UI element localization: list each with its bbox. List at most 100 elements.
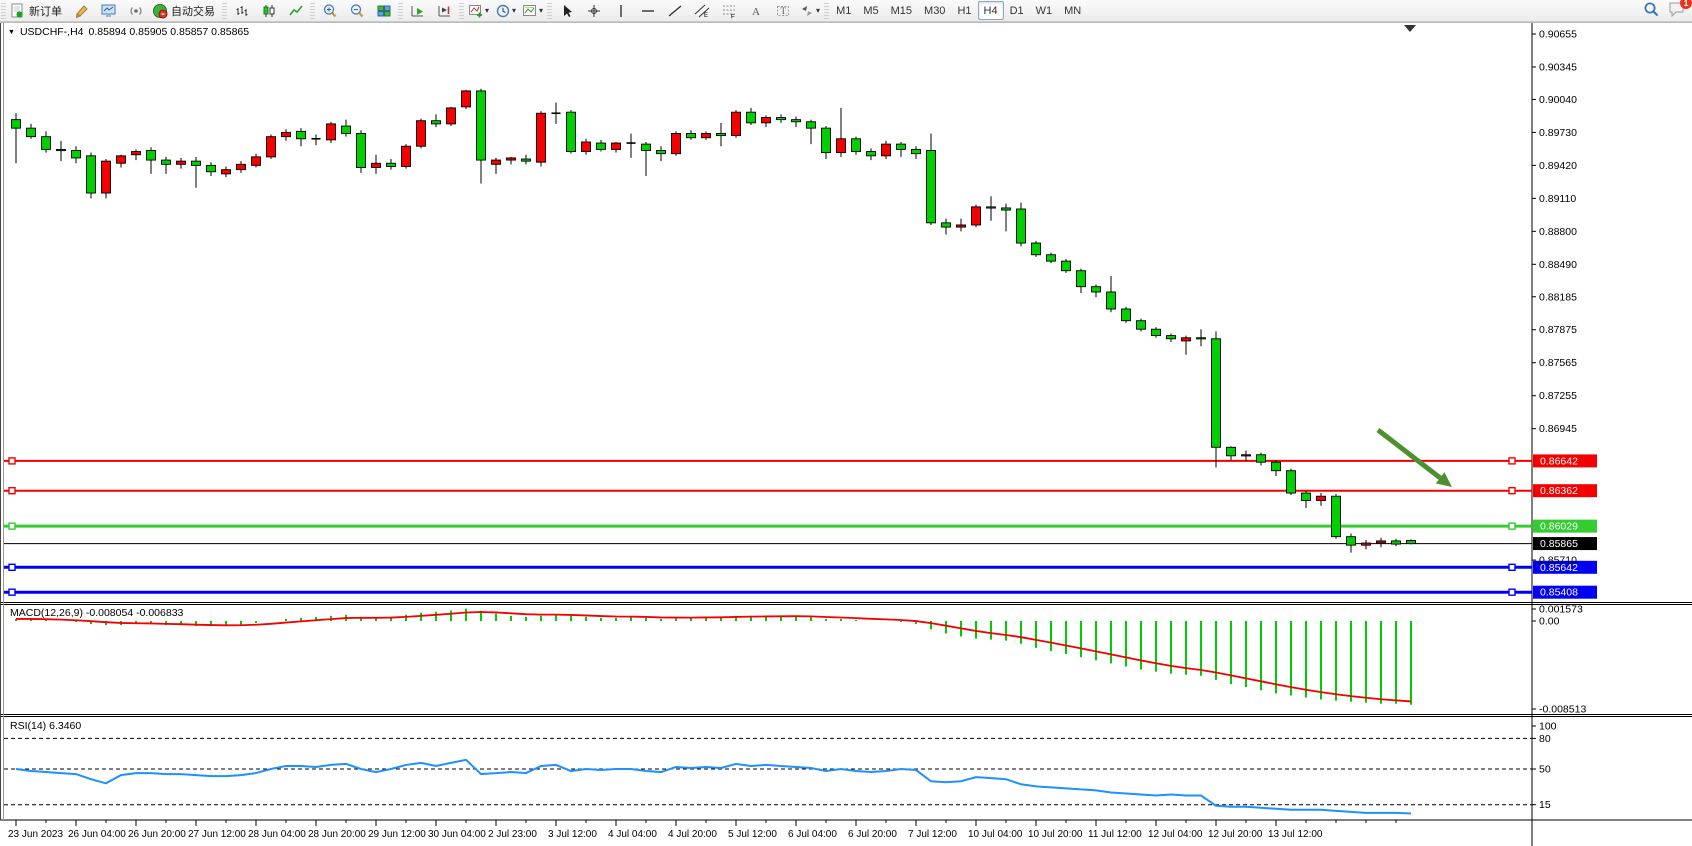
price-tick-label: 0.89420 — [1539, 160, 1577, 172]
timeframe-toolbar: M1M5M15M30H1H4D1W1MN — [830, 1, 1087, 20]
market-watch-button[interactable] — [95, 0, 122, 21]
time-tick-label: 30 Jun 04:00 — [428, 829, 486, 840]
candlestick-chart-icon — [261, 3, 277, 19]
line-handle[interactable] — [1509, 488, 1515, 494]
timeframe-d1-button[interactable]: D1 — [1004, 1, 1030, 20]
toolbar: 新订单 自动交易 — [0, 0, 1692, 22]
price-tick-label: 0.86945 — [1539, 423, 1577, 435]
vertical-line-button[interactable] — [607, 0, 634, 21]
toolbar-grip — [824, 3, 829, 19]
time-tick-label: 13 Jul 12:00 — [1268, 829, 1323, 840]
timeframe-m1-button[interactable]: M1 — [830, 1, 857, 20]
auto-scroll-icon — [410, 3, 426, 19]
chart-title-bar[interactable]: ▼ USDCHF-,H4 0.85894 0.85905 0.85857 0.8… — [8, 26, 249, 38]
templates-button[interactable]: ▾ — [519, 0, 546, 21]
price-tick-label: 0.87565 — [1539, 357, 1577, 369]
trendline-button[interactable] — [661, 0, 688, 21]
macd-tick-label: 0.00 — [1539, 616, 1560, 628]
signals-button[interactable] — [122, 0, 149, 21]
timeframe-mn-button[interactable]: MN — [1058, 1, 1087, 20]
price-tick-label: 0.88490 — [1539, 259, 1577, 271]
zoom-out-icon — [349, 3, 365, 19]
dropdown-arrow: ▾ — [512, 6, 516, 15]
line-chart-button[interactable] — [282, 0, 309, 21]
price-tick-label: 0.88800 — [1539, 226, 1577, 238]
horizontal-line-button[interactable] — [634, 0, 661, 21]
timeframe-m5-button[interactable]: M5 — [857, 1, 884, 20]
metaeditor-icon — [74, 3, 90, 19]
line-handle[interactable] — [1509, 523, 1515, 529]
autotrading-button[interactable]: 自动交易 — [149, 0, 221, 21]
line-handle[interactable] — [1509, 589, 1515, 595]
line-handle[interactable] — [1509, 458, 1515, 464]
timeframe-h4-button[interactable]: H4 — [978, 1, 1004, 20]
timeframe-w1-button[interactable]: W1 — [1030, 1, 1059, 20]
crosshair-button[interactable] — [580, 0, 607, 21]
rsi-tick-label: 50 — [1539, 764, 1551, 776]
toolbar-grip — [459, 3, 464, 19]
svg-text:T: T — [780, 6, 786, 16]
new-order-icon — [10, 3, 26, 19]
line-handle[interactable] — [9, 523, 15, 529]
tile-windows-icon — [376, 3, 392, 19]
rsi-indicator-label: RSI(14) 6.3460 — [10, 720, 81, 732]
candlestick-chart-button[interactable] — [255, 0, 282, 21]
time-tick-label: 28 Jun 04:00 — [248, 829, 306, 840]
new-order-button[interactable]: 新订单 — [7, 0, 68, 21]
chat-button[interactable]: 1 — [1668, 1, 1686, 20]
time-tick-label: 26 Jun 20:00 — [128, 829, 186, 840]
line-handle[interactable] — [1509, 564, 1515, 570]
line-handle[interactable] — [9, 589, 15, 595]
line-handle[interactable] — [9, 488, 15, 494]
line-handle[interactable] — [9, 458, 15, 464]
new-order-label: 新订单 — [29, 3, 62, 19]
indicators-button[interactable]: ▾ — [465, 0, 492, 21]
text-label-button[interactable]: T — [769, 0, 796, 21]
time-tick-label: 4 Jul 04:00 — [608, 829, 657, 840]
text-button[interactable]: A — [742, 0, 769, 21]
time-tick-label: 10 Jul 04:00 — [968, 829, 1023, 840]
collapse-chart-icon[interactable]: ▼ — [8, 29, 15, 36]
line-handle[interactable] — [9, 564, 15, 570]
bar-chart-button[interactable] — [228, 0, 255, 21]
timeframe-h1-button[interactable]: H1 — [951, 1, 977, 20]
time-tick-label: 7 Jul 12:00 — [908, 829, 957, 840]
horizontal-line-icon — [640, 3, 656, 19]
zoom-out-button[interactable] — [343, 0, 370, 21]
fibonacci-button[interactable]: F — [715, 0, 742, 21]
timeframe-m15-button[interactable]: M15 — [885, 1, 918, 20]
macd-main-value: -0.008054 — [86, 607, 133, 619]
time-tick-label: 4 Jul 20:00 — [668, 829, 717, 840]
search-icon — [1643, 1, 1660, 18]
time-tick-label: 26 Jun 04:00 — [68, 829, 126, 840]
equidistant-channel-button[interactable]: E — [688, 0, 715, 21]
price-tick-label: 0.88185 — [1539, 291, 1577, 303]
price-tick-label: 0.89110 — [1539, 193, 1576, 205]
search-button[interactable] — [1643, 1, 1660, 21]
cursor-button[interactable] — [553, 0, 580, 21]
trendline-icon — [667, 3, 683, 19]
price-tag-text: 0.85408 — [1540, 587, 1578, 599]
rsi-tick-label: 100 — [1539, 721, 1557, 733]
time-tick-label: 6 Jul 04:00 — [788, 829, 837, 840]
time-tick-label: 6 Jul 20:00 — [848, 829, 897, 840]
auto-scroll-button[interactable] — [404, 0, 431, 21]
timeframe-m30-button[interactable]: M30 — [918, 1, 951, 20]
ohlc-values: 0.85894 0.85905 0.85857 0.85865 — [89, 26, 250, 38]
arrows-button[interactable]: ▾ — [796, 0, 823, 21]
fibonacci-icon: F — [721, 3, 737, 19]
chart-canvas[interactable]: 0.866420.863620.860290.858650.856420.854… — [0, 21, 1692, 846]
macd-tick-label: -0.008513 — [1539, 704, 1586, 716]
zoom-in-icon — [322, 3, 338, 19]
periods-button[interactable]: ▾ — [492, 0, 519, 21]
price-tag-text: 0.86029 — [1540, 521, 1578, 533]
metaeditor-button[interactable] — [68, 0, 95, 21]
time-tick-label: 12 Jul 20:00 — [1208, 829, 1263, 840]
price-tag-text: 0.85865 — [1540, 538, 1578, 550]
zoom-in-button[interactable] — [316, 0, 343, 21]
macd-tick-label: 0.001573 — [1539, 604, 1583, 616]
tile-windows-button[interactable] — [370, 0, 397, 21]
time-tick-label: 27 Jun 12:00 — [188, 829, 246, 840]
chart-shift-button[interactable] — [431, 0, 458, 21]
price-tick-label: 0.90345 — [1539, 61, 1577, 73]
